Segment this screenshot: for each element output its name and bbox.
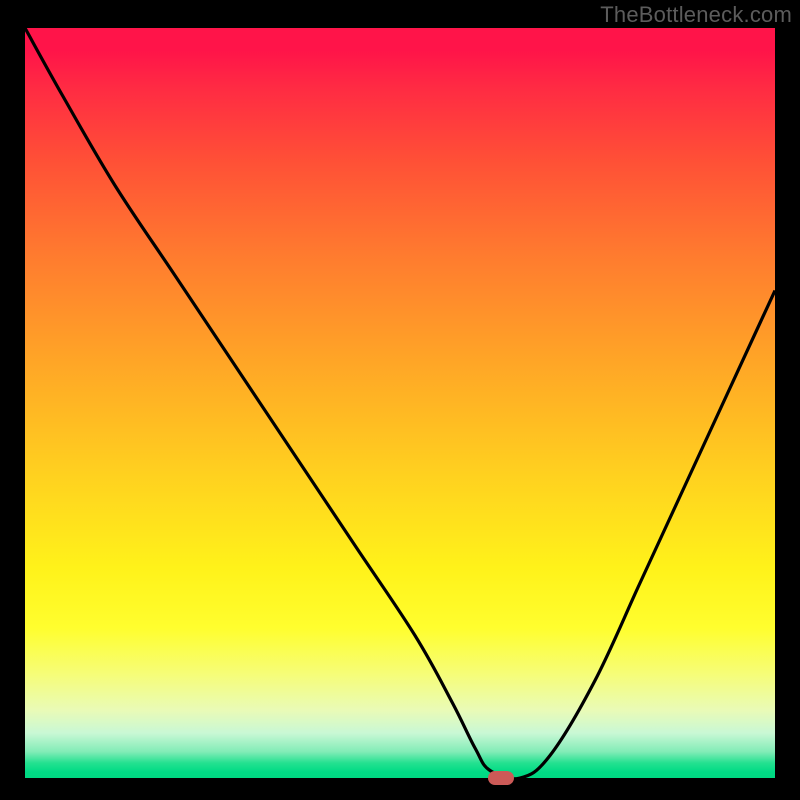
curve-svg xyxy=(25,28,775,778)
watermark-text: TheBottleneck.com xyxy=(600,2,792,28)
plot-area xyxy=(25,28,775,778)
bottleneck-curve-path xyxy=(25,28,775,778)
chart-container: TheBottleneck.com xyxy=(0,0,800,800)
optimal-marker xyxy=(488,771,514,785)
